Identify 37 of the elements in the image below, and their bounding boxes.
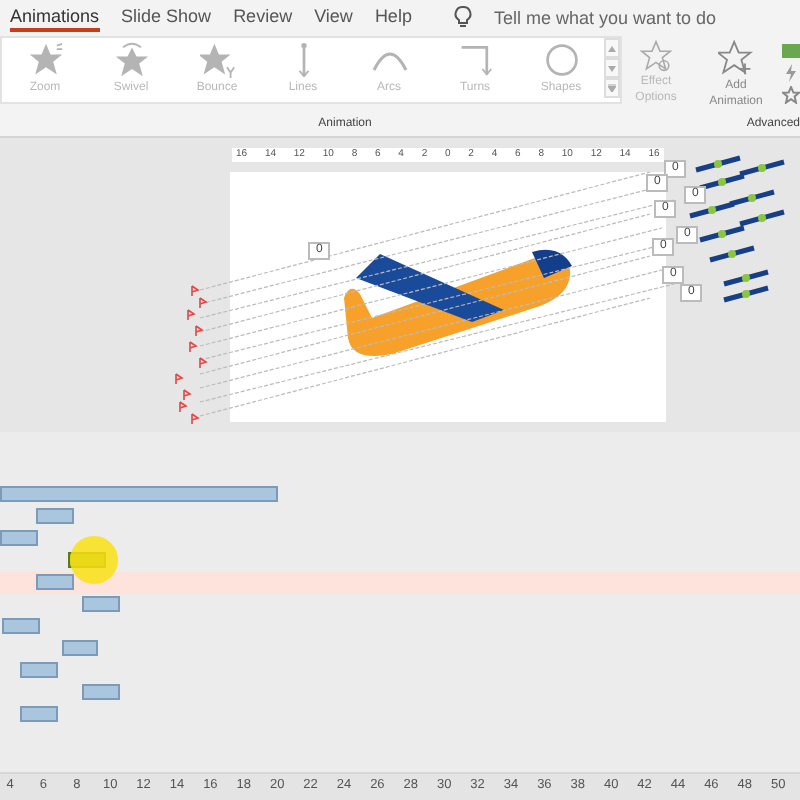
- ribbon-tab[interactable]: Help: [374, 2, 412, 32]
- timeline-bar[interactable]: [36, 508, 74, 524]
- more-button[interactable]: [604, 78, 620, 98]
- ribbon-tab[interactable]: View: [314, 2, 353, 32]
- shapes-effect-icon: [543, 42, 579, 78]
- timeline-bar[interactable]: [62, 640, 98, 656]
- timeline-bar[interactable]: [82, 596, 120, 612]
- star-plus-icon: [718, 40, 754, 76]
- timeline-bar[interactable]: [36, 574, 74, 590]
- animation-pane-icon[interactable]: [782, 42, 800, 60]
- turns-effect-icon: [457, 42, 493, 78]
- lines-effect-icon: [297, 42, 309, 78]
- cursor-highlight-overlay: [70, 536, 118, 584]
- arcs-effect-icon: [371, 48, 407, 72]
- bounce-effect-icon: [199, 42, 235, 78]
- timeline-bar[interactable]: [20, 662, 58, 678]
- scroll-down-button[interactable]: [604, 58, 620, 78]
- ribbon-tab[interactable]: Review: [233, 2, 293, 32]
- timeline-bar[interactable]: [0, 486, 278, 502]
- timeline-bar[interactable]: [82, 684, 120, 700]
- expand-icon: [608, 84, 616, 92]
- up-arrow-icon: [608, 45, 616, 51]
- ribbon-tab[interactable]: Slide Show: [121, 2, 212, 32]
- timeline-bar[interactable]: [20, 706, 58, 722]
- scroll-up-button[interactable]: [604, 38, 620, 58]
- lightbulb-icon: [453, 6, 472, 28]
- zoom-effect-icon: [27, 42, 63, 78]
- lightning-icon[interactable]: [782, 64, 800, 82]
- tell-me-field[interactable]: Tell me what you want to do: [493, 7, 734, 27]
- plane-drawing[interactable]: [344, 249, 572, 356]
- star-icon: [640, 40, 672, 72]
- timeline-bar[interactable]: [0, 530, 38, 546]
- swivel-effect-icon: [113, 42, 149, 78]
- star-icon[interactable]: [782, 86, 800, 104]
- timeline-bar[interactable]: [2, 618, 40, 634]
- down-arrow-icon: [608, 65, 616, 71]
- timeline-row[interactable]: [0, 572, 800, 594]
